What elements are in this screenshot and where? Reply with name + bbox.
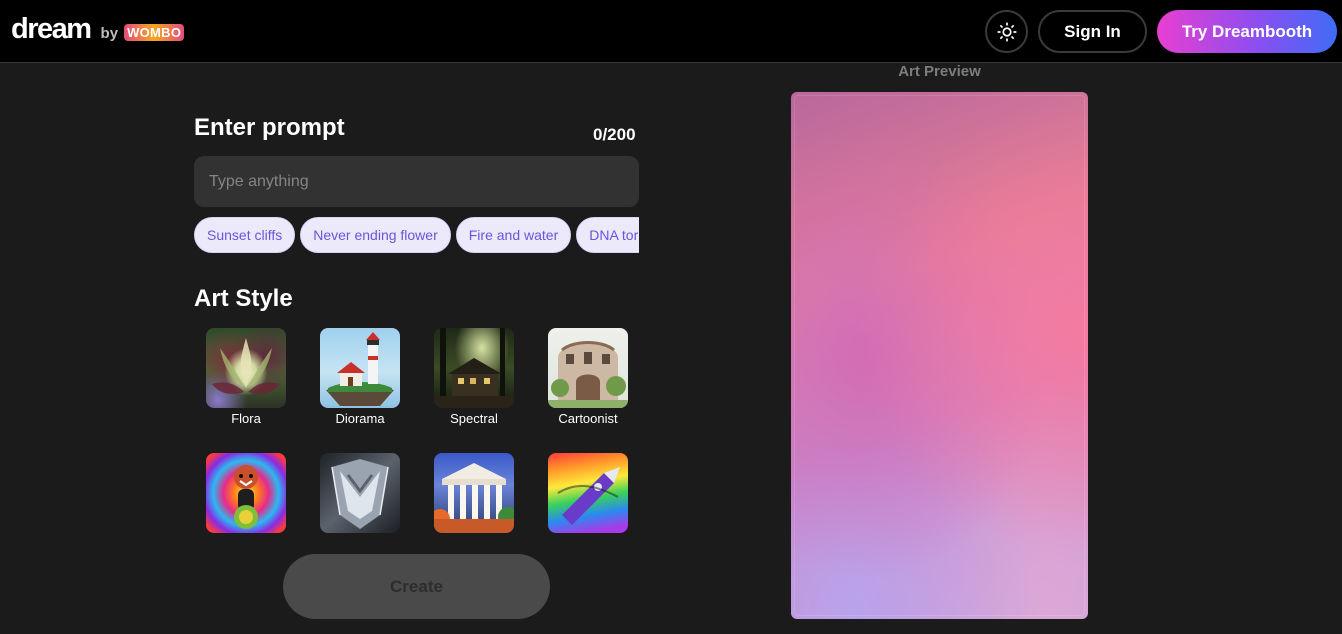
style-label: Cartoonist <box>558 411 618 426</box>
style-thumbnail <box>320 453 400 533</box>
style-option-spectral[interactable]: Spectral <box>434 328 514 426</box>
try-dreambooth-button[interactable]: Try Dreambooth <box>1157 10 1337 53</box>
art-preview-frame <box>794 95 1085 616</box>
style-option-8[interactable] <box>548 453 628 533</box>
prompt-input[interactable] <box>194 156 639 207</box>
suggestion-chip[interactable]: Fire and water <box>455 217 572 253</box>
prompt-heading: Enter prompt <box>194 114 345 141</box>
style-option-diorama[interactable]: Diorama <box>320 328 400 426</box>
suggestion-chip[interactable]: Sunset cliffs <box>194 217 296 253</box>
suggestion-chip[interactable]: Never ending flower <box>300 217 451 253</box>
style-thumbnail <box>320 328 400 408</box>
character-counter: 0/200 <box>593 125 636 144</box>
style-option-6[interactable] <box>320 453 400 533</box>
logo[interactable]: dream by WOMBO <box>11 13 185 46</box>
style-label: Flora <box>231 411 261 426</box>
style-thumbnail <box>434 453 514 533</box>
create-button[interactable]: Create <box>283 554 550 619</box>
suggestion-chip[interactable]: DNA tornado <box>576 217 639 253</box>
style-option-7[interactable] <box>434 453 514 533</box>
logo-wordmark: dream <box>11 13 92 45</box>
style-thumbnail <box>548 328 628 408</box>
style-thumbnail <box>434 328 514 408</box>
style-label: Spectral <box>450 411 498 426</box>
style-option-5[interactable] <box>206 453 286 533</box>
style-thumbnail <box>206 453 286 533</box>
art-preview-panel <box>791 92 1088 619</box>
art-style-heading: Art Style <box>194 285 293 312</box>
theme-toggle-button[interactable] <box>985 10 1028 53</box>
style-thumbnail <box>548 453 628 533</box>
style-option-cartoonist[interactable]: Cartoonist <box>548 328 628 426</box>
sign-in-button[interactable]: Sign In <box>1038 10 1147 53</box>
prompt-suggestions: Sunset cliffs Never ending flower Fire a… <box>194 217 639 253</box>
style-label: Diorama <box>335 411 385 426</box>
logo-by-text: by <box>100 25 119 42</box>
art-preview-label: Art Preview <box>898 63 981 80</box>
style-option-flora[interactable]: Flora <box>206 328 286 426</box>
logo-brand: WOMBO <box>124 24 185 41</box>
top-bar: dream by WOMBO Sign In Try Dreambooth <box>0 0 1342 63</box>
sun-icon <box>996 21 1017 42</box>
style-thumbnail <box>206 328 286 408</box>
